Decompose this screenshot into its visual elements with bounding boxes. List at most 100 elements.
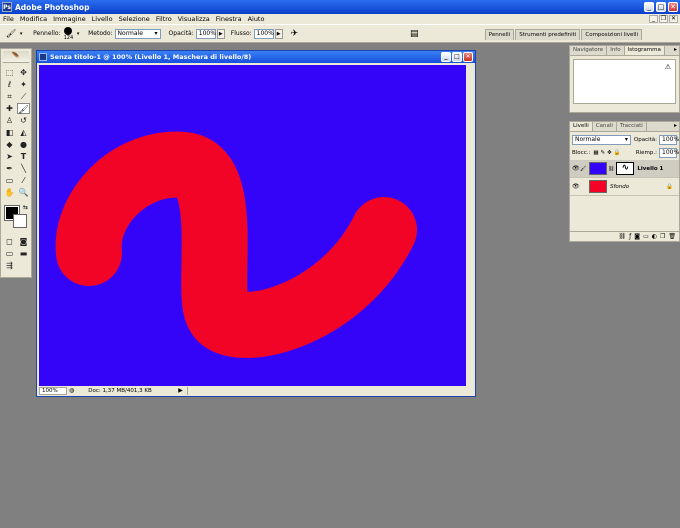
brush-tool-icon[interactable]: 🖌: [17, 103, 30, 114]
zoom-level-input[interactable]: 100%: [39, 386, 67, 395]
path-selection-tool-icon[interactable]: ➤: [3, 151, 16, 162]
background-color-swatch[interactable]: [13, 214, 27, 228]
document-maximize-button[interactable]: □: [452, 52, 462, 62]
file-browser-icon[interactable]: ▤: [410, 29, 419, 39]
tab-navigatore[interactable]: Navigatore: [570, 46, 608, 55]
visibility-eye-icon[interactable]: 👁: [572, 183, 580, 190]
marquee-tool-icon[interactable]: ⬚: [3, 67, 16, 78]
lock-transparency-icon[interactable]: ▦: [593, 150, 598, 156]
menu-finestra[interactable]: Finestra: [213, 15, 245, 23]
tab-livelli[interactable]: Livelli: [570, 122, 593, 131]
history-brush-tool-icon[interactable]: ↺: [17, 115, 30, 126]
brush-picker[interactable]: 124: [64, 26, 73, 41]
adobe-feather-icon[interactable]: 🪶: [3, 51, 29, 63]
status-menu-arrow-icon[interactable]: ▶: [178, 387, 183, 394]
menu-livello[interactable]: Livello: [89, 15, 116, 23]
blend-mode-select[interactable]: Normale ▾: [572, 134, 631, 145]
menu-bar: File Modifica Immagine Livello Selezione…: [0, 14, 680, 24]
full-screen-mode-icon[interactable]: ▬: [17, 248, 30, 259]
document-title-bar[interactable]: Senza titolo-1 @ 100% (Livello 1, Masche…: [37, 51, 475, 63]
layer-style-icon[interactable]: ƒ: [629, 233, 631, 240]
eraser-tool-icon[interactable]: ◧: [3, 127, 16, 138]
menu-filtro[interactable]: Filtro: [153, 15, 175, 23]
standard-screen-mode-icon[interactable]: ▭: [3, 248, 16, 259]
fill-input[interactable]: 100%: [659, 147, 679, 158]
layer-mask-thumbnail[interactable]: ∿: [616, 162, 635, 175]
quick-mask-mode-icon[interactable]: ◙: [17, 236, 30, 247]
flow-input[interactable]: 100%: [253, 28, 274, 39]
type-tool-icon[interactable]: T: [17, 151, 30, 162]
vertical-scrollbar[interactable]: [466, 65, 474, 386]
standard-mode-icon[interactable]: ◻: [3, 236, 16, 247]
mode-select[interactable]: Normale ▾: [114, 28, 161, 39]
well-tab-strumenti-predefiniti[interactable]: Strumenti predefiniti: [515, 29, 581, 40]
visibility-eye-icon[interactable]: 👁: [572, 165, 580, 172]
opacity-slider-button[interactable]: ▶: [216, 28, 225, 39]
menu-immagine[interactable]: Immagine: [50, 15, 89, 23]
layers-panel-menu-icon[interactable]: ▸: [674, 122, 679, 131]
tool-preset-dropdown-icon[interactable]: ▾: [17, 29, 25, 39]
clone-stamp-tool-icon[interactable]: ♙: [3, 115, 16, 126]
jump-to-imageready-icon[interactable]: ⇶: [3, 260, 16, 271]
blur-tool-icon[interactable]: ◆: [3, 139, 16, 150]
adjustment-layer-icon[interactable]: ◐: [652, 233, 657, 240]
menu-modifica[interactable]: Modifica: [17, 15, 50, 23]
warning-icon[interactable]: ⚠: [665, 63, 671, 71]
well-tab-composizioni-livelli[interactable]: Composizioni livelli: [581, 29, 642, 40]
document-minimize-button[interactable]: _: [441, 52, 451, 62]
close-button[interactable]: ✕: [668, 2, 678, 12]
zoom-tool-icon[interactable]: 🔍: [17, 187, 30, 198]
tab-info[interactable]: Info: [607, 46, 625, 55]
healing-brush-tool-icon[interactable]: ✚: [3, 103, 16, 114]
slice-tool-icon[interactable]: ⟋: [17, 91, 30, 102]
tab-istogramma[interactable]: Istogramma: [624, 46, 665, 55]
flow-slider-button[interactable]: ▶: [274, 28, 283, 39]
doc-close-button[interactable]: ✕: [669, 15, 678, 23]
swap-colors-icon[interactable]: ⇆: [23, 204, 28, 211]
link-chain-icon[interactable]: ⛓: [608, 166, 614, 172]
lock-image-icon[interactable]: ✎: [601, 150, 606, 156]
lock-all-icon[interactable]: 🔒: [614, 150, 621, 156]
dodge-tool-icon[interactable]: ●: [17, 139, 30, 150]
doc-minimize-button[interactable]: _: [649, 15, 658, 23]
add-mask-icon[interactable]: ◙: [634, 233, 640, 240]
paint-bucket-tool-icon[interactable]: ◭: [17, 127, 30, 138]
brush-tool-icon[interactable]: 🖌: [6, 29, 16, 38]
eyedropper-tool-icon[interactable]: ⁄: [17, 175, 30, 186]
hand-tool-icon[interactable]: ✋: [3, 187, 16, 198]
lasso-tool-icon[interactable]: ℓ: [3, 79, 16, 90]
pen-tool-icon[interactable]: ✒: [3, 163, 16, 174]
layer-row-livello-1[interactable]: 👁 🖌 ⛓ ∿ Livello 1: [570, 160, 679, 178]
opacity-input[interactable]: 100%: [195, 28, 216, 39]
photoshop-app-icon: Ps: [2, 2, 12, 12]
line-tool-icon[interactable]: ╲: [17, 163, 30, 174]
menu-file[interactable]: File: [0, 15, 17, 23]
canvas[interactable]: [39, 65, 466, 386]
delete-layer-icon[interactable]: 🗑: [668, 233, 676, 240]
horizontal-scrollbar[interactable]: [186, 386, 475, 395]
crop-tool-icon[interactable]: ⌗: [3, 91, 16, 102]
notes-tool-icon[interactable]: ▭: [3, 175, 16, 186]
menu-selezione[interactable]: Selezione: [116, 15, 153, 23]
magic-wand-tool-icon[interactable]: ✦: [17, 79, 30, 90]
document-close-button[interactable]: ✕: [463, 52, 473, 62]
move-tool-icon[interactable]: ✥: [17, 67, 30, 78]
maximize-button[interactable]: □: [656, 2, 666, 12]
doc-restore-button[interactable]: ❐: [659, 15, 668, 23]
airbrush-icon[interactable]: ✈: [291, 29, 299, 39]
layer-row-sfondo[interactable]: 👁 Sfondo 🔒: [570, 178, 679, 196]
menu-visualizza[interactable]: Visualizza: [175, 15, 213, 23]
panel-menu-icon[interactable]: ▸: [674, 46, 679, 55]
tab-tracciati[interactable]: Tracciati: [617, 122, 647, 131]
minimize-button[interactable]: _: [644, 2, 654, 12]
link-layers-icon[interactable]: ⛓: [618, 233, 626, 240]
new-set-icon[interactable]: ▭: [643, 233, 649, 240]
canvas-area[interactable]: [39, 65, 466, 386]
well-tab-pennelli[interactable]: Pennelli: [484, 29, 515, 40]
new-layer-icon[interactable]: ❐: [660, 233, 665, 240]
lock-position-icon[interactable]: ✥: [607, 150, 612, 156]
menu-aiuto[interactable]: Aiuto: [245, 15, 268, 23]
tab-canali[interactable]: Canali: [593, 122, 617, 131]
brush-dropdown-icon[interactable]: ▾: [74, 29, 82, 39]
layer-opacity-input[interactable]: 100%: [659, 134, 679, 145]
